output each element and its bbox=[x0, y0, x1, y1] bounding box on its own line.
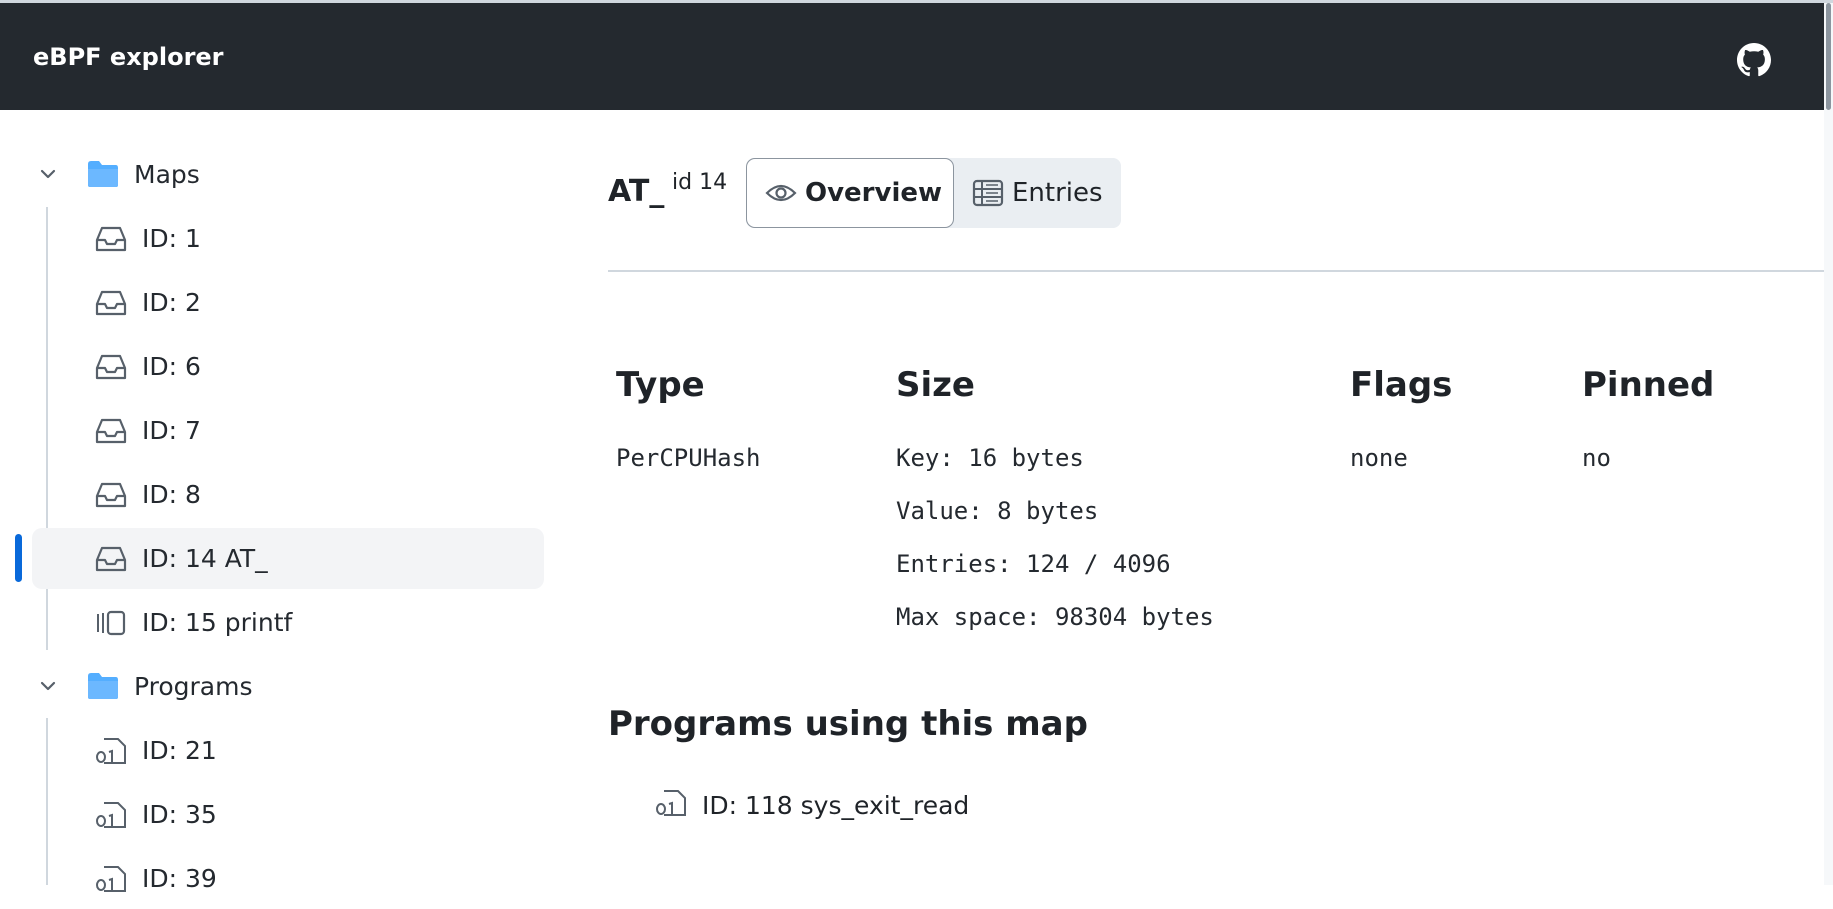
sidebar-item-label: ID: 39 bbox=[142, 864, 217, 893]
binary-file-icon bbox=[654, 788, 688, 822]
programs-using-map-heading: Programs using this map bbox=[608, 704, 1088, 744]
sidebar: Maps ID: 1 ID: 2 ID: 6 ID: 7 ID: 8 ID: 1… bbox=[0, 110, 560, 893]
type-value: PerCPUHash bbox=[616, 444, 761, 472]
program-link-label: ID: 118 sys_exit_read bbox=[702, 790, 970, 820]
scrollbar-thumb[interactable] bbox=[1826, 3, 1831, 110]
eye-icon bbox=[765, 184, 797, 202]
flags-value: none bbox=[1350, 444, 1408, 472]
page-scrollbar[interactable] bbox=[1824, 3, 1833, 885]
inbox-icon bbox=[94, 288, 128, 318]
view-tabs: Overview Entries bbox=[746, 158, 1121, 228]
size-key-value: Key: 16 bytes bbox=[896, 444, 1084, 472]
inbox-icon bbox=[94, 480, 128, 510]
sidebar-item-map-15[interactable]: ID: 15 printf bbox=[32, 592, 544, 653]
sidebar-item-map-2[interactable]: ID: 2 bbox=[32, 272, 544, 333]
size-max-space-value: Max space: 98304 bytes bbox=[896, 603, 1214, 631]
sidebar-item-program-39[interactable]: ID: 39 bbox=[32, 848, 544, 909]
sidebar-item-map-6[interactable]: ID: 6 bbox=[32, 336, 544, 397]
chevron-down-icon[interactable] bbox=[34, 160, 62, 188]
inbox-icon bbox=[94, 224, 128, 254]
github-icon[interactable] bbox=[1737, 43, 1771, 77]
maps-group-header[interactable]: Maps bbox=[34, 154, 200, 194]
sidebar-item-label: ID: 14 AT_ bbox=[142, 544, 268, 573]
size-value-value: Value: 8 bytes bbox=[896, 497, 1099, 525]
sidebar-item-label: ID: 2 bbox=[142, 288, 201, 317]
sidebar-item-label: ID: 8 bbox=[142, 480, 201, 509]
binary-file-icon bbox=[94, 864, 128, 894]
tab-label: Entries bbox=[1012, 178, 1103, 208]
sidebar-item-label: ID: 1 bbox=[142, 224, 201, 253]
sidebar-item-map-7[interactable]: ID: 7 bbox=[32, 400, 544, 461]
inbox-icon bbox=[94, 416, 128, 446]
programs-group-header[interactable]: Programs bbox=[34, 666, 253, 706]
pinned-heading: Pinned bbox=[1582, 365, 1715, 405]
sidebar-item-label: ID: 35 bbox=[142, 800, 217, 829]
sidebar-item-label: ID: 7 bbox=[142, 416, 201, 445]
sidebar-item-map-14[interactable]: ID: 14 AT_ bbox=[32, 528, 544, 589]
sidebar-item-program-21[interactable]: ID: 21 bbox=[32, 720, 544, 781]
chevron-down-icon[interactable] bbox=[34, 672, 62, 700]
map-title: AT_ bbox=[608, 174, 665, 209]
sidebar-item-label: ID: 21 bbox=[142, 736, 217, 765]
binary-file-icon bbox=[94, 800, 128, 830]
selection-indicator bbox=[15, 534, 22, 582]
sidebar-item-program-35[interactable]: ID: 35 bbox=[32, 784, 544, 845]
flags-heading: Flags bbox=[1350, 365, 1453, 405]
type-heading: Type bbox=[616, 365, 705, 405]
header-divider bbox=[608, 270, 1824, 272]
ringbuffer-icon bbox=[94, 608, 128, 638]
table-icon bbox=[972, 179, 1004, 207]
app-title[interactable]: eBPF explorer bbox=[33, 43, 224, 71]
tab-overview[interactable]: Overview bbox=[746, 158, 954, 228]
program-link-118[interactable]: ID: 118 sys_exit_read bbox=[654, 785, 969, 825]
folder-icon bbox=[86, 671, 120, 701]
sidebar-item-label: ID: 15 printf bbox=[142, 608, 293, 637]
binary-file-icon bbox=[94, 736, 128, 766]
map-id-label: id 14 bbox=[672, 170, 728, 195]
inbox-icon bbox=[94, 352, 128, 382]
sidebar-item-map-8[interactable]: ID: 8 bbox=[32, 464, 544, 525]
tab-entries[interactable]: Entries bbox=[956, 158, 1121, 228]
sidebar-item-map-1[interactable]: ID: 1 bbox=[32, 208, 544, 269]
folder-icon bbox=[86, 159, 120, 189]
size-entries-value: Entries: 124 / 4096 bbox=[896, 550, 1171, 578]
inbox-icon bbox=[94, 544, 128, 574]
sidebar-item-label: ID: 6 bbox=[142, 352, 201, 381]
size-heading: Size bbox=[896, 365, 975, 405]
tab-label: Overview bbox=[805, 178, 943, 208]
app-header: eBPF explorer bbox=[0, 3, 1833, 110]
pinned-value: no bbox=[1582, 444, 1611, 472]
programs-group-label: Programs bbox=[134, 671, 253, 701]
maps-group-label: Maps bbox=[134, 159, 200, 189]
